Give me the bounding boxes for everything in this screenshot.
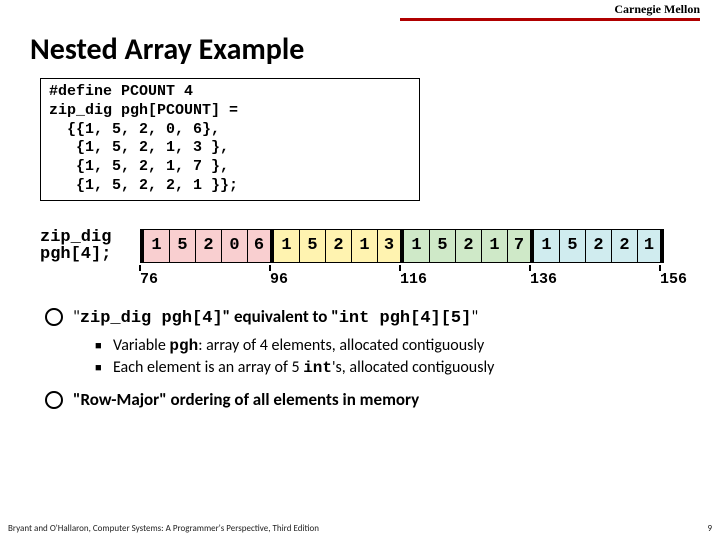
cell: 7 [508,229,534,263]
cell: 1 [404,229,430,263]
tick: 156 [660,271,687,288]
cell: 1 [144,229,170,263]
array-cells: 1 5 2 0 6 1 5 2 1 3 1 5 2 1 7 1 5 2 2 1 [140,229,664,263]
bullet-2: "Row-Major" ordering of all elements in … [45,389,690,412]
tick: 136 [530,271,557,288]
b2-text: "Row-Major" ordering of all elements in … [73,389,419,412]
bullet-1: "zip_dig pgh[4]" equivalent to "int pgh[… [45,306,690,331]
cell: 5 [300,229,326,263]
cell: 2 [586,229,612,263]
tick: 116 [400,271,427,288]
footer-left: Bryant and O'Hallaron, Computer Systems:… [8,523,319,534]
sub-bullets: Variable pgh: array of 4 elements, alloc… [45,336,690,377]
b1-pre: " [73,306,80,327]
page-number: 9 [707,523,712,534]
cell: 1 [534,229,560,263]
bullet-marker [45,308,63,326]
cell: 5 [560,229,586,263]
sub-bullet-2: Each element is an array of 5 int's, all… [95,358,690,377]
array-label: zip_dig pgh[4]; [40,229,140,263]
s2b: 's, allocated contiguously [332,358,494,377]
sub-bullet-1: Variable pgh: array of 4 elements, alloc… [95,336,690,355]
cell: 2 [612,229,638,263]
cell: 0 [222,229,248,263]
address-ticks: 76 96 116 136 156 [140,265,720,288]
cell: 2 [196,229,222,263]
cell: 6 [248,229,274,263]
cell: 5 [430,229,456,263]
cell: 2 [326,229,352,263]
s2a: Each element is an array of 5 [113,358,303,377]
slide-title: Nested Array Example [0,21,720,78]
header: Carnegie Mellon [0,0,720,18]
s1a: Variable [113,336,169,355]
s1b: : array of 4 elements, allocated contigu… [198,336,484,355]
bullet-list: "zip_dig pgh[4]" equivalent to "int pgh[… [45,306,690,413]
cell: 3 [378,229,404,263]
cell: 5 [170,229,196,263]
array-label-line2: pgh[4]; [40,245,111,264]
tick: 76 [140,271,158,288]
code-box: #define PCOUNT 4 zip_dig pgh[PCOUNT] = {… [40,78,420,201]
b1-post: " [471,306,478,327]
bullet-marker [45,391,63,409]
s2code: int [303,359,332,377]
cell: 1 [274,229,300,263]
s1code: pgh [169,337,198,355]
cell: 1 [482,229,508,263]
cell: 2 [456,229,482,263]
cm-logo: Carnegie Mellon [614,2,700,17]
b1-code2: int pgh[4][5] [339,309,472,328]
cell: 1 [352,229,378,263]
cell: 1 [638,229,664,263]
b1-mid: " equivalent to " [223,306,339,327]
footer: Bryant and O'Hallaron, Computer Systems:… [8,523,712,534]
b1-code1: zip_dig pgh[4] [80,309,223,328]
tick: 96 [270,271,288,288]
array-block: zip_dig pgh[4]; 1 5 2 0 6 1 5 2 1 3 1 5 … [40,229,720,263]
